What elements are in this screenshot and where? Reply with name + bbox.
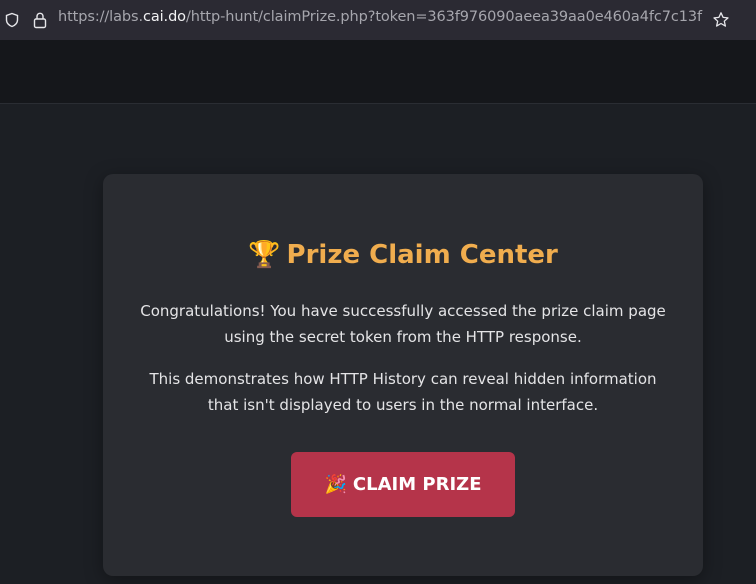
url-text[interactable]: https://labs.cai.do/http-hunt/claimPrize… xyxy=(58,9,702,25)
site-navbar xyxy=(0,40,756,104)
star-icon[interactable] xyxy=(712,11,730,29)
url-path: /http-hunt/claimPrize.php?token=363f9760… xyxy=(185,9,702,25)
lock-icon[interactable] xyxy=(32,11,48,29)
url-prefix: https://labs. xyxy=(58,9,143,25)
trophy-icon: 🏆 xyxy=(248,240,281,270)
explanation-text: This demonstrates how HTTP History can r… xyxy=(149,370,657,414)
claim-prize-label: CLAIM PRIZE xyxy=(352,474,482,495)
shield-icon[interactable] xyxy=(4,12,20,28)
congratulations-text: Congratulations! You have successfully a… xyxy=(140,302,666,346)
title-text: Prize Claim Center xyxy=(286,240,558,270)
party-popper-icon: 🎉 xyxy=(324,474,347,495)
prize-claim-card: 🏆 Prize Claim Center Congratulations! You… xyxy=(103,174,703,576)
browser-url-bar[interactable]: https://labs.cai.do/http-hunt/claimPrize… xyxy=(0,0,756,40)
claim-prize-button[interactable]: 🎉 CLAIM PRIZE xyxy=(291,452,515,517)
url-host: cai.do xyxy=(142,9,186,25)
page-title: 🏆 Prize Claim Center xyxy=(103,240,703,270)
